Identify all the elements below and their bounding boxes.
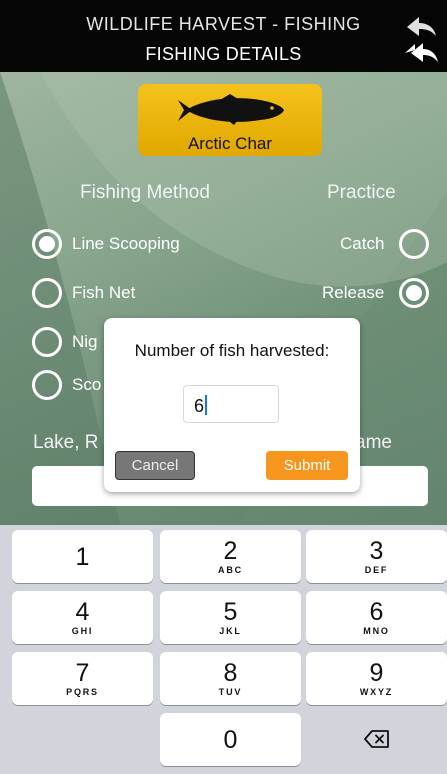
key-digit: 9 xyxy=(369,659,384,687)
key-digit: 7 xyxy=(75,659,90,687)
radio-release[interactable] xyxy=(399,278,429,308)
key-letters: JKL xyxy=(219,626,242,636)
location-label-tail: ame xyxy=(355,432,392,453)
page-title: FISHING DETAILS xyxy=(145,44,302,64)
header-subtitle: WILDLIFE HARVEST - FISHING xyxy=(86,14,361,34)
key-3[interactable]: 3 DEF xyxy=(306,530,447,583)
key-7[interactable]: 7 PQRS xyxy=(12,652,153,705)
key-digit: 4 xyxy=(75,598,90,626)
key-digit: 6 xyxy=(369,598,384,626)
key-letters: TUV xyxy=(218,687,243,697)
location-label: Lake, R xyxy=(33,432,99,453)
key-letters: PQRS xyxy=(66,687,99,697)
key-digit: 3 xyxy=(369,537,384,565)
key-6[interactable]: 6 MNO xyxy=(306,591,447,644)
option-night-line[interactable]: Nig xyxy=(72,332,98,352)
key-digit: 5 xyxy=(223,598,238,626)
key-digit: 8 xyxy=(223,659,238,687)
option-release[interactable]: Release xyxy=(322,283,384,303)
species-name: Arctic Char xyxy=(187,134,273,153)
key-9[interactable]: 9 WXYZ xyxy=(306,652,447,705)
key-letters: GHI xyxy=(71,626,94,636)
key-4[interactable]: 4 GHI xyxy=(12,591,153,644)
back-arrow-icon[interactable] xyxy=(403,40,439,66)
key-letters: DEF xyxy=(364,565,389,575)
harvest-count-dialog: Number of fish harvested: 6 Cancel Submi… xyxy=(104,318,360,492)
text-caret xyxy=(205,395,208,415)
key-8[interactable]: 8 TUV xyxy=(160,652,301,705)
key-5[interactable]: 5 JKL xyxy=(160,591,301,644)
cancel-button[interactable]: Cancel xyxy=(115,451,195,480)
app-header: WILDLIFE HARVEST - FISHING FISHING DETAI… xyxy=(0,0,447,72)
radio-line-scooping[interactable] xyxy=(32,229,62,259)
key-letters: MNO xyxy=(363,626,390,636)
dialog-title: Number of fish harvested: xyxy=(134,341,330,360)
fish-count-value: 6 xyxy=(194,396,205,416)
key-digit: 2 xyxy=(223,537,238,565)
key-2[interactable]: 2 ABC xyxy=(160,530,301,583)
key-letters: WXYZ xyxy=(359,687,394,697)
key-digit: 0 xyxy=(223,726,238,754)
option-fish-net[interactable]: Fish Net xyxy=(72,283,135,303)
key-blank xyxy=(12,713,153,766)
option-scoop[interactable]: Sco xyxy=(72,375,101,395)
practice-label: Practice xyxy=(327,182,396,203)
submit-button[interactable]: Submit xyxy=(266,451,348,480)
key-1[interactable]: 1 xyxy=(12,530,153,583)
backspace-icon xyxy=(364,730,389,748)
fish-count-input[interactable]: 6 xyxy=(183,385,279,423)
radio-fish-net[interactable] xyxy=(32,278,62,308)
option-line-scooping[interactable]: Line Scooping xyxy=(72,234,180,254)
back-arrow-icon[interactable] xyxy=(403,14,439,40)
radio-scoop[interactable] xyxy=(32,370,62,400)
radio-catch[interactable] xyxy=(399,229,429,259)
radio-night-line[interactable] xyxy=(32,327,62,357)
key-letters: ABC xyxy=(218,565,243,575)
key-0[interactable]: 0 xyxy=(160,713,301,766)
fish-icon xyxy=(178,94,284,125)
species-button[interactable]: Arctic Char xyxy=(138,84,322,156)
option-catch[interactable]: Catch xyxy=(340,234,384,254)
fishing-method-label: Fishing Method xyxy=(80,182,210,203)
key-digit: 1 xyxy=(75,543,90,571)
delete-key[interactable] xyxy=(306,713,447,766)
numeric-keypad: 1 2 ABC 3 DEF 4 GHI 5 JKL 6 MNO 7 PQRS 8 TUV 9W… xyxy=(0,525,447,774)
